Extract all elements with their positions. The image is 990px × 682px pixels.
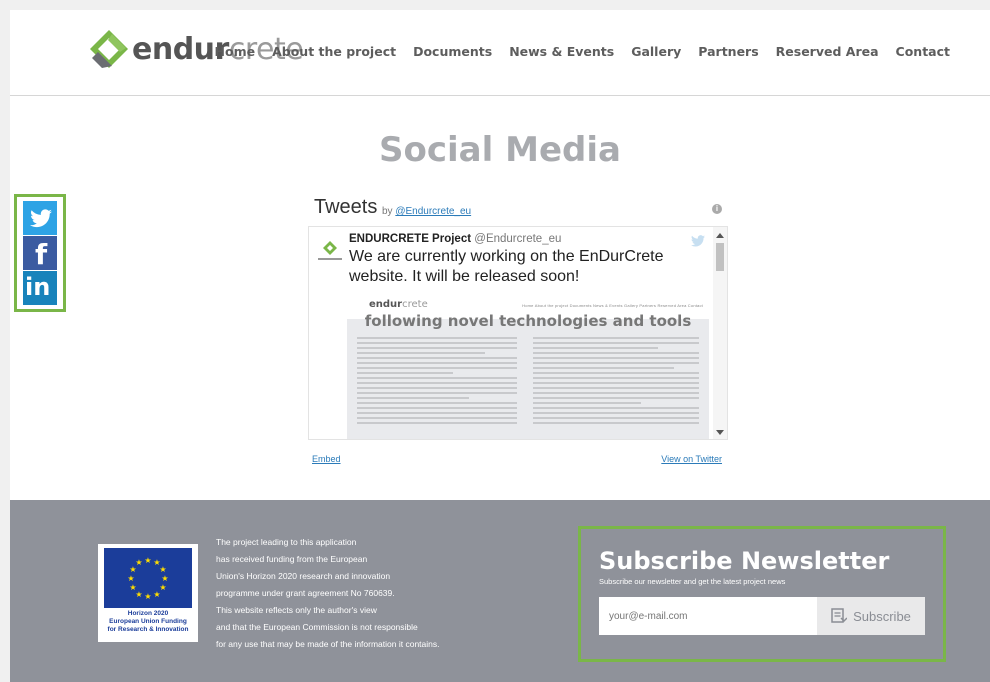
info-icon[interactable]: i: [712, 204, 722, 214]
tweet-text: We are currently working on the EnDurCre…: [349, 248, 664, 285]
eu-stars-icon: ★ ★ ★ ★ ★ ★ ★ ★ ★ ★ ★ ★: [127, 556, 168, 601]
svg-text:★: ★: [159, 565, 166, 574]
nav-partners[interactable]: Partners: [698, 44, 758, 59]
nav-gallery[interactable]: Gallery: [631, 44, 681, 59]
avatar[interactable]: [317, 239, 343, 263]
email-field[interactable]: [599, 597, 817, 635]
newsletter-box: Subscribe Newsletter Subscribe our newsl…: [578, 526, 946, 662]
twitter-bird-icon[interactable]: [691, 235, 705, 247]
nav-documents[interactable]: Documents: [413, 44, 492, 59]
view-on-twitter-link[interactable]: View on Twitter: [661, 454, 722, 464]
twitter-timeline: Tweets by @Endurcrete_eu i ENDURCRETE Pr…: [308, 192, 728, 472]
site-header: endurcrete Home About the project Docume…: [10, 10, 990, 96]
nav-reserved-area[interactable]: Reserved Area: [776, 44, 879, 59]
page: endurcrete Home About the project Docume…: [10, 10, 990, 682]
nav-news-events[interactable]: News & Events: [509, 44, 614, 59]
subscribe-label: Subscribe: [853, 608, 911, 624]
svg-text:★: ★: [129, 583, 136, 592]
timeline-feed[interactable]: ENDURCRETE Project @Endurcrete_eu We are…: [308, 226, 728, 440]
timeline-handle-link[interactable]: @Endurcrete_eu: [395, 206, 471, 217]
social-sidebar: f in: [14, 194, 66, 312]
scroll-down-icon[interactable]: [716, 430, 724, 435]
svg-text:★: ★: [144, 556, 151, 565]
site-footer: ★ ★ ★ ★ ★ ★ ★ ★ ★ ★ ★ ★ Horizon 2020 Eur…: [10, 500, 990, 682]
subscribe-button[interactable]: Subscribe: [817, 597, 925, 635]
preview-nav: Home About the project Documents News & …: [522, 303, 703, 308]
preview-text-right: [533, 337, 699, 427]
main-nav: Home About the project Documents News & …: [215, 44, 950, 59]
page-title: Social Media: [379, 130, 621, 170]
facebook-icon[interactable]: f: [23, 236, 57, 271]
eu-funding-logo: ★ ★ ★ ★ ★ ★ ★ ★ ★ ★ ★ ★ Horizon 2020 Eur…: [98, 544, 198, 642]
svg-text:★: ★: [127, 574, 134, 583]
eu-funding-caption: Horizon 2020 European Union Funding for …: [107, 610, 189, 633]
timeline-title: Tweets: [314, 196, 378, 218]
nav-about-the-project[interactable]: About the project: [272, 44, 396, 59]
linkedin-icon[interactable]: in: [23, 271, 57, 305]
logo-mark-icon: [90, 30, 128, 68]
scroll-up-icon[interactable]: [716, 233, 724, 238]
svg-text:★: ★: [135, 558, 142, 567]
embed-link[interactable]: Embed: [312, 454, 341, 464]
timeline-header: Tweets by @Endurcrete_eu i: [314, 196, 724, 222]
newsletter-description: Subscribe our newsletter and get the lat…: [599, 577, 786, 586]
preview-logo: endurcrete: [369, 299, 428, 310]
feed-scrollbar[interactable]: [713, 227, 727, 439]
svg-text:★: ★: [161, 574, 168, 583]
scroll-thumb[interactable]: [716, 243, 724, 271]
svg-text:★: ★: [144, 592, 151, 601]
timeline-by: by @Endurcrete_eu: [382, 206, 472, 217]
preview-text-left: [357, 337, 517, 427]
twitter-icon[interactable]: [23, 201, 57, 235]
newsletter-title: Subscribe Newsletter: [599, 547, 890, 575]
eu-flag-icon: ★ ★ ★ ★ ★ ★ ★ ★ ★ ★ ★ ★: [104, 548, 192, 608]
funding-statement: The project leading to this application …: [216, 537, 440, 649]
nav-contact[interactable]: Contact: [896, 44, 950, 59]
preview-heading: following novel technologies and tools: [364, 312, 692, 330]
subscribe-icon: [831, 608, 848, 623]
svg-text:★: ★: [153, 590, 160, 599]
nav-home[interactable]: Home: [215, 44, 256, 59]
tweet-image[interactable]: endurcrete Home About the project Docume…: [347, 293, 709, 439]
tweet-author[interactable]: ENDURCRETE Project @Endurcrete_eu: [349, 233, 561, 245]
